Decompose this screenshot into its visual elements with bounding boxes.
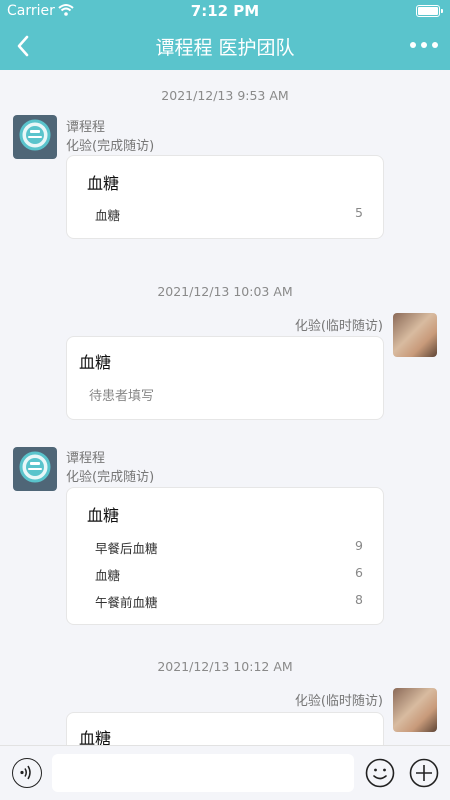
card-title: 血糖: [87, 506, 120, 525]
result-row: 血糖 6: [95, 565, 363, 584]
user-avatar[interactable]: [393, 688, 437, 732]
row-label: 血糖: [95, 568, 121, 583]
row-label: 血糖: [95, 208, 121, 223]
sender-name: 谭程程: [66, 451, 106, 466]
message-card[interactable]: 血糖 血糖 5: [66, 155, 384, 239]
timestamp: 2021/12/13 10:03 AM: [157, 284, 293, 299]
team-avatar[interactable]: [13, 115, 57, 159]
message-subtitle: 化验(临时随访): [294, 319, 383, 334]
team-logo-icon: [19, 119, 51, 151]
clock: 7:12 PM: [190, 2, 260, 20]
message-input[interactable]: [52, 754, 354, 792]
pending-note: 待患者填写: [89, 389, 155, 404]
row-label: 早餐后血糖: [95, 541, 158, 556]
page-title: 谭程程 医护团队: [155, 37, 295, 59]
plus-icon[interactable]: [409, 758, 439, 788]
user-avatar[interactable]: [393, 313, 437, 357]
more-dots-icon[interactable]: [410, 33, 438, 57]
voice-icon[interactable]: [12, 758, 42, 788]
card-title: 血糖: [79, 353, 112, 372]
sender-name: 谭程程: [66, 120, 106, 135]
row-value: 5: [355, 205, 363, 220]
result-row: 早餐后血糖 9: [95, 538, 363, 557]
row-label: 午餐前血糖: [95, 595, 158, 610]
emoji-icon[interactable]: [365, 758, 395, 788]
message-subtitle: 化验(临时随访): [294, 694, 383, 709]
result-row: 午餐前血糖 8: [95, 592, 363, 611]
status-bar: Carrier 7:12 PM: [0, 0, 450, 22]
row-value: 8: [355, 592, 363, 607]
team-avatar[interactable]: [13, 447, 57, 491]
card-title: 血糖: [87, 174, 120, 193]
team-logo-icon: [19, 451, 51, 483]
message-subtitle: 化验(完成随访): [66, 139, 155, 154]
message-card[interactable]: 血糖 待患者填写: [66, 336, 384, 420]
message-card[interactable]: 血糖 早餐后血糖 9 血糖 6 午餐前血糖 8: [66, 487, 384, 625]
timestamp: 2021/12/13 9:53 AM: [161, 88, 289, 103]
row-value: 6: [355, 565, 363, 580]
message-subtitle: 化验(完成随访): [66, 470, 155, 485]
timestamp: 2021/12/13 10:12 AM: [157, 659, 293, 674]
result-row: 血糖 5: [95, 205, 363, 224]
battery-icon: [416, 5, 443, 17]
nav-bar: 谭程程 医护团队: [0, 22, 450, 70]
input-bar: [0, 745, 450, 800]
row-value: 9: [355, 538, 363, 553]
